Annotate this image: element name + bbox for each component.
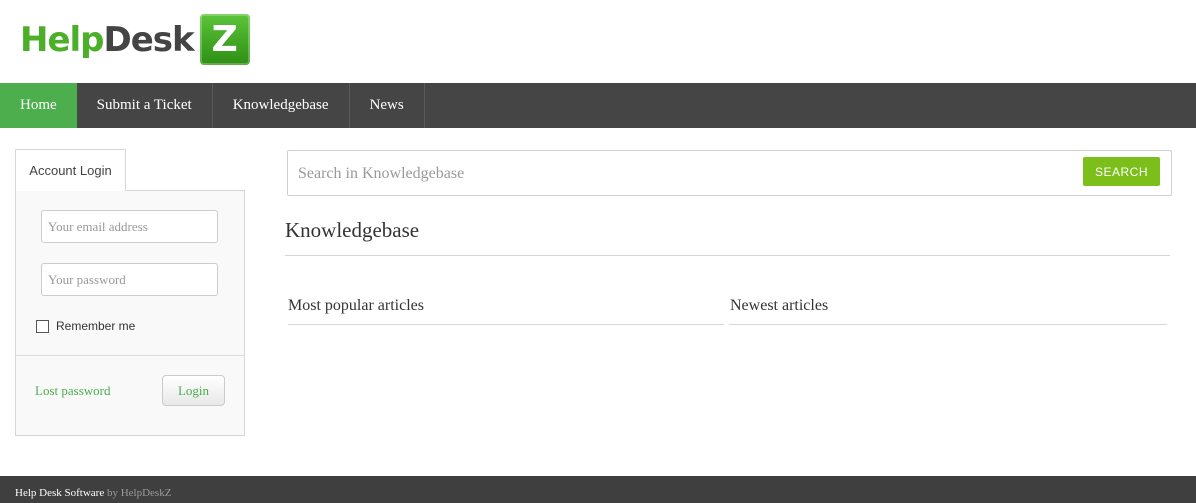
remember-me[interactable]: Remember me	[36, 319, 135, 333]
helpdeskz-logo[interactable]: HelpDesk Z	[20, 14, 250, 65]
nav-item-submit-ticket[interactable]: Submit a Ticket	[77, 83, 213, 128]
nav-item-home[interactable]: Home	[0, 83, 77, 128]
header: HelpDesk Z	[0, 0, 1196, 83]
newest-heading: Newest articles	[730, 297, 829, 314]
main-nav: Home Submit a Ticket Knowledgebase News	[0, 83, 1196, 128]
account-login-tab[interactable]: Account Login	[15, 149, 126, 191]
remember-me-label: Remember me	[56, 319, 136, 333]
kb-search-input[interactable]	[298, 157, 1068, 190]
footer-credit[interactable]: by HelpDeskZ	[104, 487, 171, 499]
remember-me-checkbox[interactable]	[36, 319, 49, 333]
login-panel: Remember me Lost password Login	[15, 190, 245, 436]
footer: Help Desk Software by HelpDeskZ	[0, 476, 1196, 503]
title-divider	[285, 255, 1170, 256]
kb-search-box: SEARCH	[287, 150, 1172, 196]
search-button[interactable]: SEARCH	[1083, 157, 1160, 186]
logo-badge: Z	[199, 14, 250, 65]
nav-item-news[interactable]: News	[350, 83, 425, 128]
lost-password-link[interactable]: Lost password	[35, 383, 110, 399]
login-divider	[16, 355, 244, 356]
password-field[interactable]	[41, 263, 218, 296]
logo-text: HelpDesk	[20, 19, 195, 60]
newest-divider	[729, 324, 1167, 325]
login-button[interactable]: Login	[162, 375, 225, 406]
nav-item-knowledgebase[interactable]: Knowledgebase	[213, 83, 350, 128]
page-title: Knowledgebase	[285, 218, 420, 242]
footer-text[interactable]: Help Desk Software	[15, 487, 104, 499]
most-popular-heading: Most popular articles	[288, 297, 424, 314]
most-popular-divider	[288, 324, 724, 325]
email-field[interactable]	[41, 210, 218, 243]
